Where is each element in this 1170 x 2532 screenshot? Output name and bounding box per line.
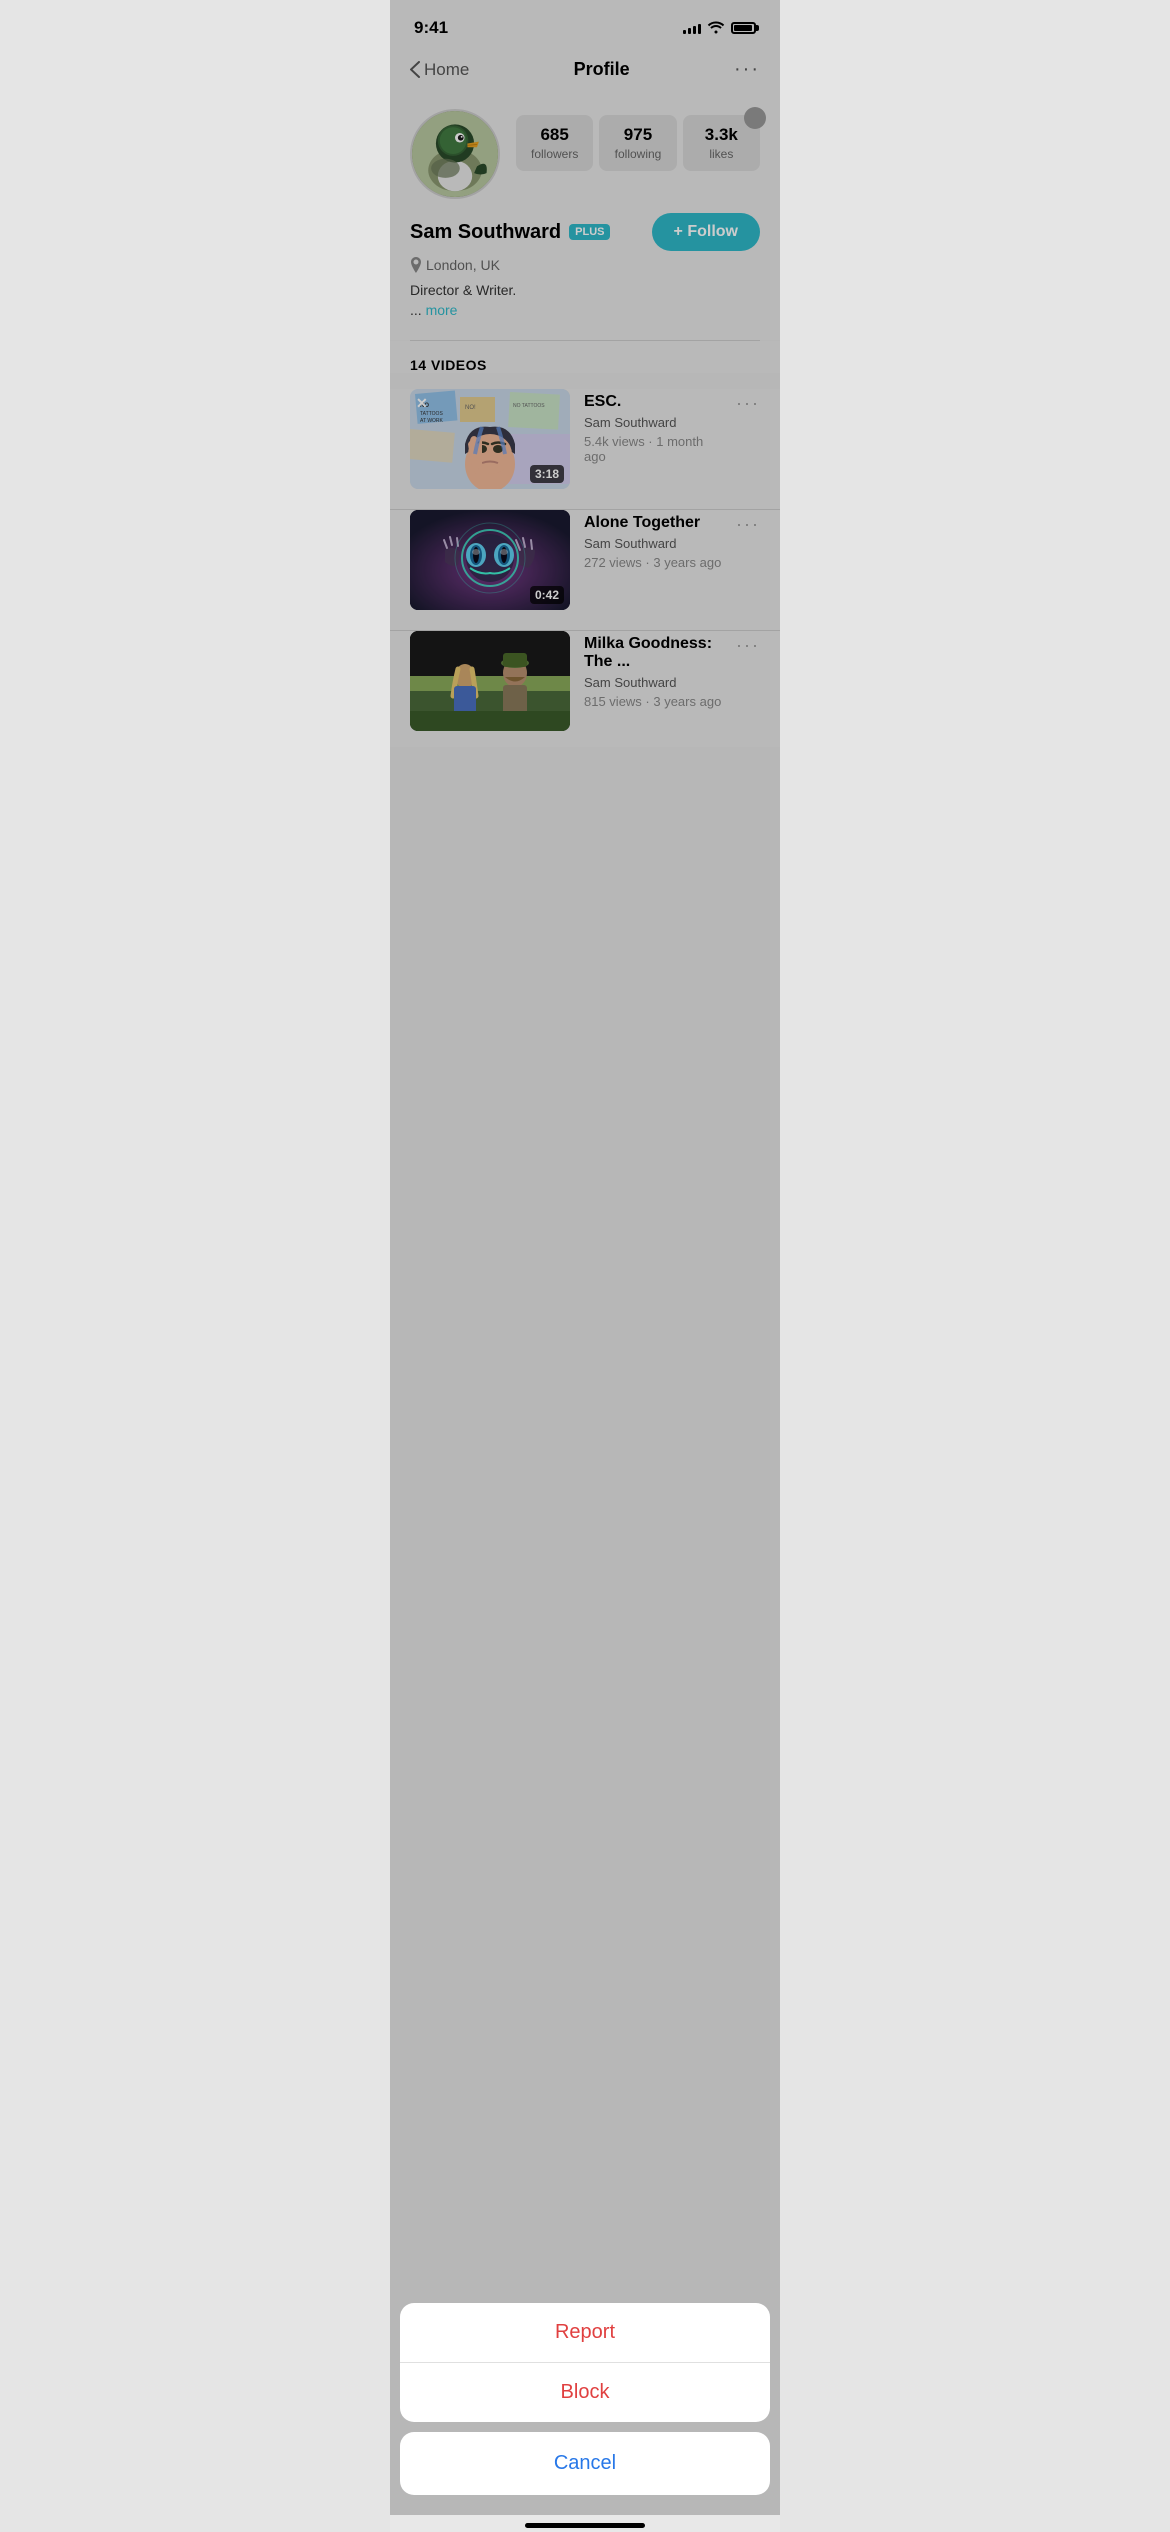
overlay-background[interactable] xyxy=(390,0,780,2532)
action-sheet: Report Block Cancel xyxy=(390,2303,780,2532)
home-indicator xyxy=(390,2515,780,2532)
report-button[interactable]: Report xyxy=(400,2303,770,2363)
home-bar xyxy=(525,2523,645,2528)
action-sheet-group: Report Block xyxy=(400,2303,770,2422)
cancel-button[interactable]: Cancel xyxy=(400,2432,770,2495)
block-button[interactable]: Block xyxy=(400,2363,770,2422)
